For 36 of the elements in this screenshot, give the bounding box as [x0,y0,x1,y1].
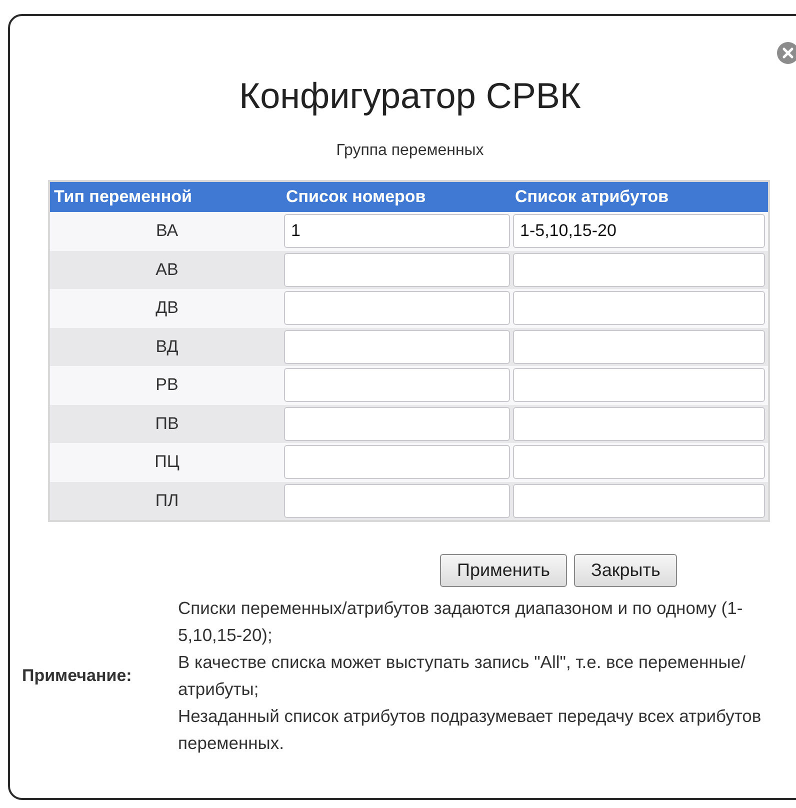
attributes-field[interactable] [513,445,765,480]
type-cell-text: ВА [154,221,180,242]
type-cell-text: РВ [154,375,180,396]
section-label: Группа переменных [335,142,485,160]
type-cell-text: ПЦ [154,452,180,472]
dialog-title: Конфигуратор СРВК [238,74,582,118]
numbers-field[interactable] [284,330,510,364]
numbers-field[interactable] [284,368,510,402]
close-icon[interactable] [777,42,796,64]
note-text: Незаданный список атрибутов подразумевает передачу всех атрибутов переменных. [178,705,762,755]
column-header: Список атрибутов [514,187,670,207]
numbers-field[interactable]: 1 [284,214,510,248]
attributes-field[interactable] [513,368,765,402]
note-text: Списки переменных/атрибутов задаются диапазоном и по одному (1-5,10,15-20); [178,597,744,647]
attributes-field[interactable]: 1-5,10,15-20 [513,214,765,248]
apply-button[interactable]: Применить [440,554,568,587]
attributes-field[interactable] [513,252,765,287]
numbers-field[interactable] [284,252,510,287]
attributes-field[interactable] [513,484,765,518]
attributes-field[interactable] [513,291,765,326]
note-label: Примечание: [22,666,133,686]
column-header: Список номеров [285,187,427,207]
type-cell-text: ВД [154,336,180,357]
numbers-field[interactable] [284,291,510,326]
type-cell-text: ПЛ [154,490,180,511]
attributes-field[interactable] [513,330,765,364]
numbers-field[interactable] [284,445,510,480]
type-cell-text: АВ [154,260,180,280]
type-cell-text: ДВ [154,298,180,318]
numbers-field[interactable] [284,484,510,518]
attributes-field[interactable] [513,406,765,441]
close-button[interactable]: Закрыть [574,554,678,587]
note-text: В качестве списка может выступать запись "All", т.е. все переменные/атрибуты; [178,651,746,701]
numbers-field[interactable] [284,406,510,441]
column-header: Тип переменной [53,187,193,207]
type-cell-text: ПВ [154,414,180,434]
